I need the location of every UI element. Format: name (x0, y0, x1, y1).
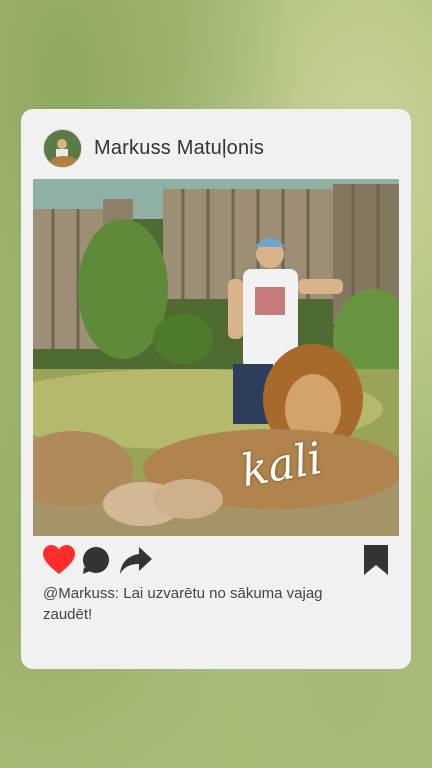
heart-icon[interactable] (43, 545, 75, 580)
share-icon[interactable] (119, 545, 153, 580)
post-header: Markuss Matuļonis (43, 129, 264, 168)
bookmark-icon[interactable] (364, 545, 388, 580)
post-caption: @Markuss: Lai uzvarētu no sākuma vajag z… (43, 585, 323, 623)
avatar[interactable] (43, 129, 82, 168)
post-actions (43, 545, 393, 575)
comment-icon[interactable] (81, 545, 111, 580)
username[interactable]: Markuss Matuļonis (94, 137, 264, 160)
post-card: Markuss Matuļonis kali @Markuss: Lai uzv… (21, 109, 411, 669)
post-photo[interactable]: kali (33, 179, 399, 536)
